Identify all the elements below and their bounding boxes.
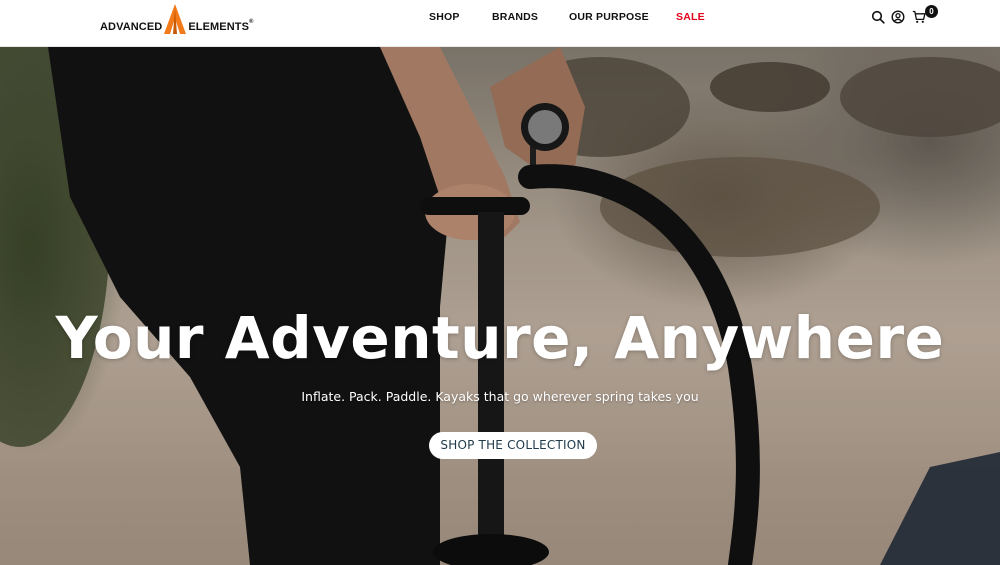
search-icon[interactable] [871,10,885,24]
hero-subtitle: Inflate. Pack. Paddle. Kayaks that go wh… [301,389,699,404]
shop-the-collection-button[interactable]: SHOP THE COLLECTION [429,432,597,459]
main-nav: SHOP BRANDS OUR PURPOSE SALE [0,11,1000,25]
cart-icon[interactable] [912,10,926,24]
nav-item-brands[interactable]: BRANDS [492,11,538,23]
hero-banner: Your Adventure, Anywhere Inflate. Pack. … [0,47,1000,565]
account-icon[interactable] [891,10,905,24]
nav-item-our-purpose[interactable]: OUR PURPOSE [569,11,649,23]
nav-item-sale[interactable]: SALE [676,11,705,23]
nav-item-shop[interactable]: SHOP [429,11,460,23]
site-header: ADVANCED ELEMENTS ® SHOP BRANDS OUR PURP… [0,0,1000,47]
hero-title: Your Adventure, Anywhere [55,304,945,372]
cart-count-badge: 0 [925,5,938,18]
